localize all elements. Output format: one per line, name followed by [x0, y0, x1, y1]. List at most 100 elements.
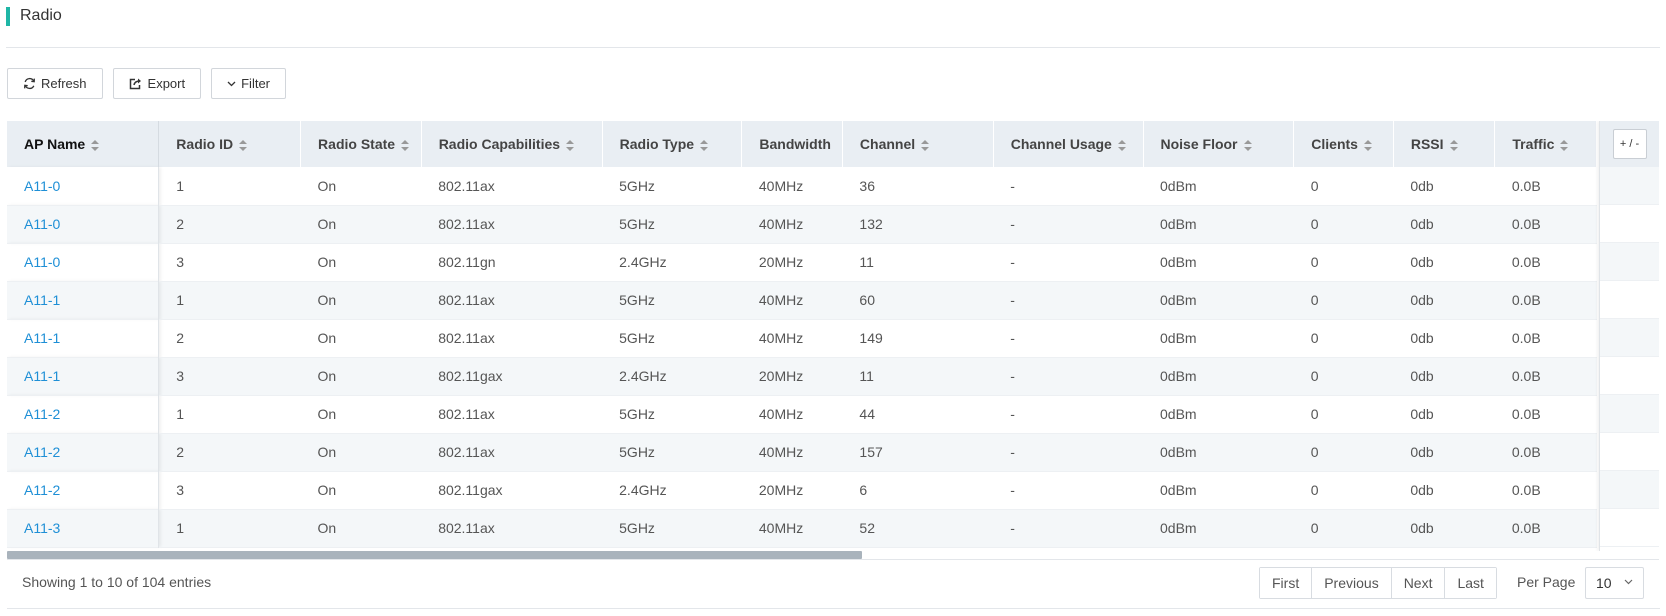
- sort-icon[interactable]: [401, 139, 410, 151]
- sort-icon[interactable]: [700, 139, 709, 151]
- col-label: Channel Usage: [1010, 136, 1112, 152]
- ap-name-link[interactable]: A11-3: [24, 520, 60, 536]
- cell-bandwidth: 20MHz: [758, 368, 804, 384]
- cell-clients: 0: [1310, 330, 1319, 346]
- cell-traffic: 0.0B: [1511, 292, 1541, 308]
- export-icon: [129, 78, 141, 90]
- cell-noise-floor: 0dBm: [1160, 330, 1197, 346]
- cell-ap-name: A11-0: [7, 243, 160, 281]
- cell-clients: 0: [1310, 444, 1319, 460]
- table-row: A11-2 3 On 802.11gax 2.4GHz 20MHz 6 - 0dBm 0 0db 0.…: [7, 471, 1597, 509]
- ap-name-link[interactable]: A11-2: [24, 444, 60, 460]
- cell-radio-type: 5GHz: [619, 444, 655, 460]
- cell-traffic: 0.0B: [1511, 444, 1541, 460]
- export-button[interactable]: Export: [112, 68, 202, 99]
- export-label: Export: [147, 76, 186, 91]
- col-header-rssi[interactable]: RSSI: [1393, 121, 1496, 167]
- cell-radio-type: 5GHz: [619, 216, 655, 232]
- refresh-button[interactable]: Refresh: [7, 68, 103, 99]
- cell-noise-floor: 0dBm: [1160, 292, 1197, 308]
- horizontal-scrollbar-thumb[interactable]: [7, 551, 862, 559]
- cell-ap-name: A11-0: [7, 205, 160, 243]
- ap-name-link[interactable]: A11-2: [24, 406, 60, 422]
- cell-radio-type: 5GHz: [619, 177, 655, 194]
- sort-icon[interactable]: [921, 139, 930, 151]
- ap-name-link[interactable]: A11-1: [24, 368, 60, 384]
- cell-channel-usage: -: [1010, 482, 1015, 498]
- sort-icon[interactable]: [239, 139, 248, 151]
- ap-name-link[interactable]: A11-2: [24, 482, 60, 498]
- cell-channel: 44: [859, 406, 875, 422]
- ap-name-link[interactable]: A11-1: [24, 330, 60, 346]
- cell-clients: 0: [1310, 254, 1319, 270]
- table-row: A11-3 1 On 802.11ax 5GHz 40MHz 52 - 0dBm 0 0db 0.0B: [7, 509, 1597, 547]
- sort-icon[interactable]: [1363, 139, 1372, 151]
- cell-ap-name: A11-2: [7, 395, 160, 433]
- col-header-clients[interactable]: Clients: [1293, 121, 1394, 167]
- previous-page-button[interactable]: Previous: [1312, 568, 1392, 598]
- column-toggle-spacer: [1600, 509, 1659, 547]
- col-header-radio-type[interactable]: Radio Type: [602, 121, 743, 167]
- cell-channel: 11: [859, 254, 874, 270]
- cell-ap-name: A11-1: [7, 357, 160, 395]
- cell-radio-state: On: [317, 177, 337, 194]
- cell-ap-name: A11-2: [7, 433, 160, 471]
- cell-radio-capabilities: 802.11ax: [438, 406, 495, 422]
- col-label: Noise Floor: [1160, 136, 1238, 152]
- sort-icon[interactable]: [566, 139, 575, 151]
- cell-traffic: 0.0B: [1511, 254, 1541, 270]
- column-toggle-spacer: [1600, 433, 1659, 471]
- col-header-radio-capabilities[interactable]: Radio Capabilities: [421, 121, 603, 167]
- next-page-button[interactable]: Next: [1391, 568, 1446, 598]
- column-toggle-spacer: [1600, 357, 1659, 395]
- cell-ap-name: A11-2: [7, 471, 160, 509]
- column-toggle-spacer: [1600, 319, 1659, 357]
- sort-icon[interactable]: [1117, 139, 1126, 151]
- col-label: Channel: [859, 136, 916, 152]
- cell-bandwidth: 40MHz: [758, 330, 804, 346]
- last-page-button[interactable]: Last: [1445, 568, 1496, 598]
- per-page-select[interactable]: 10: [1585, 567, 1644, 599]
- cell-radio-state: On: [317, 368, 337, 384]
- cell-radio-id: 1: [176, 406, 185, 422]
- cell-channel: 60: [859, 292, 875, 308]
- ap-name-link[interactable]: A11-0: [24, 216, 60, 232]
- sort-icon[interactable]: [91, 139, 100, 151]
- cell-bandwidth: 40MHz: [758, 216, 804, 232]
- ap-name-link[interactable]: A11-0: [24, 178, 60, 194]
- column-toggle-spacer: [1600, 281, 1659, 319]
- column-toggle-button[interactable]: + / -: [1612, 129, 1647, 159]
- col-header-radio-id[interactable]: Radio ID: [158, 121, 302, 167]
- first-page-button[interactable]: First: [1260, 568, 1313, 598]
- per-page-value: 10: [1596, 575, 1612, 591]
- cell-radio-capabilities: 802.11gn: [438, 254, 496, 270]
- col-header-noise-floor[interactable]: Noise Floor: [1143, 121, 1295, 167]
- cell-radio-type: 2.4GHz: [619, 482, 667, 498]
- col-header-ap-name[interactable]: AP Name: [7, 121, 160, 167]
- sort-icon[interactable]: [1243, 139, 1252, 151]
- cell-radio-type: 5GHz: [619, 292, 655, 308]
- cell-radio-capabilities: 802.11ax: [438, 444, 495, 460]
- sort-icon[interactable]: [1449, 139, 1458, 151]
- horizontal-scrollbar-track: [7, 559, 1659, 560]
- ap-name-link[interactable]: A11-0: [24, 254, 60, 270]
- ap-name-link[interactable]: A11-1: [24, 292, 60, 308]
- cell-bandwidth: 20MHz: [758, 482, 804, 498]
- cell-traffic: 0.0B: [1511, 520, 1541, 536]
- col-header-channel-usage[interactable]: Channel Usage: [993, 121, 1144, 167]
- col-header-radio-state[interactable]: Radio State: [300, 121, 422, 167]
- table-row: A11-1 1 On 802.11ax 5GHz 40MHz 60 - 0dBm 0 0db 0.0B: [7, 281, 1597, 319]
- cell-clients: 0: [1310, 520, 1319, 536]
- table-row: A11-1 2 On 802.11ax 5GHz 40MHz 149 - 0dBm 0 0db 0.0…: [7, 319, 1597, 357]
- col-header-traffic[interactable]: Traffic: [1494, 121, 1597, 167]
- cell-bandwidth: 40MHz: [758, 292, 804, 308]
- col-header-channel[interactable]: Channel: [842, 121, 994, 167]
- filter-button[interactable]: Filter: [211, 68, 286, 99]
- column-toggle-header: + / -: [1600, 121, 1659, 167]
- sort-icon[interactable]: [1560, 139, 1569, 151]
- cell-radio-state: On: [317, 444, 337, 460]
- column-toggle-spacer: [1600, 167, 1659, 205]
- cell-ap-name: A11-1: [7, 319, 160, 357]
- col-label: Radio ID: [176, 136, 234, 152]
- cell-channel-usage: -: [1010, 444, 1015, 460]
